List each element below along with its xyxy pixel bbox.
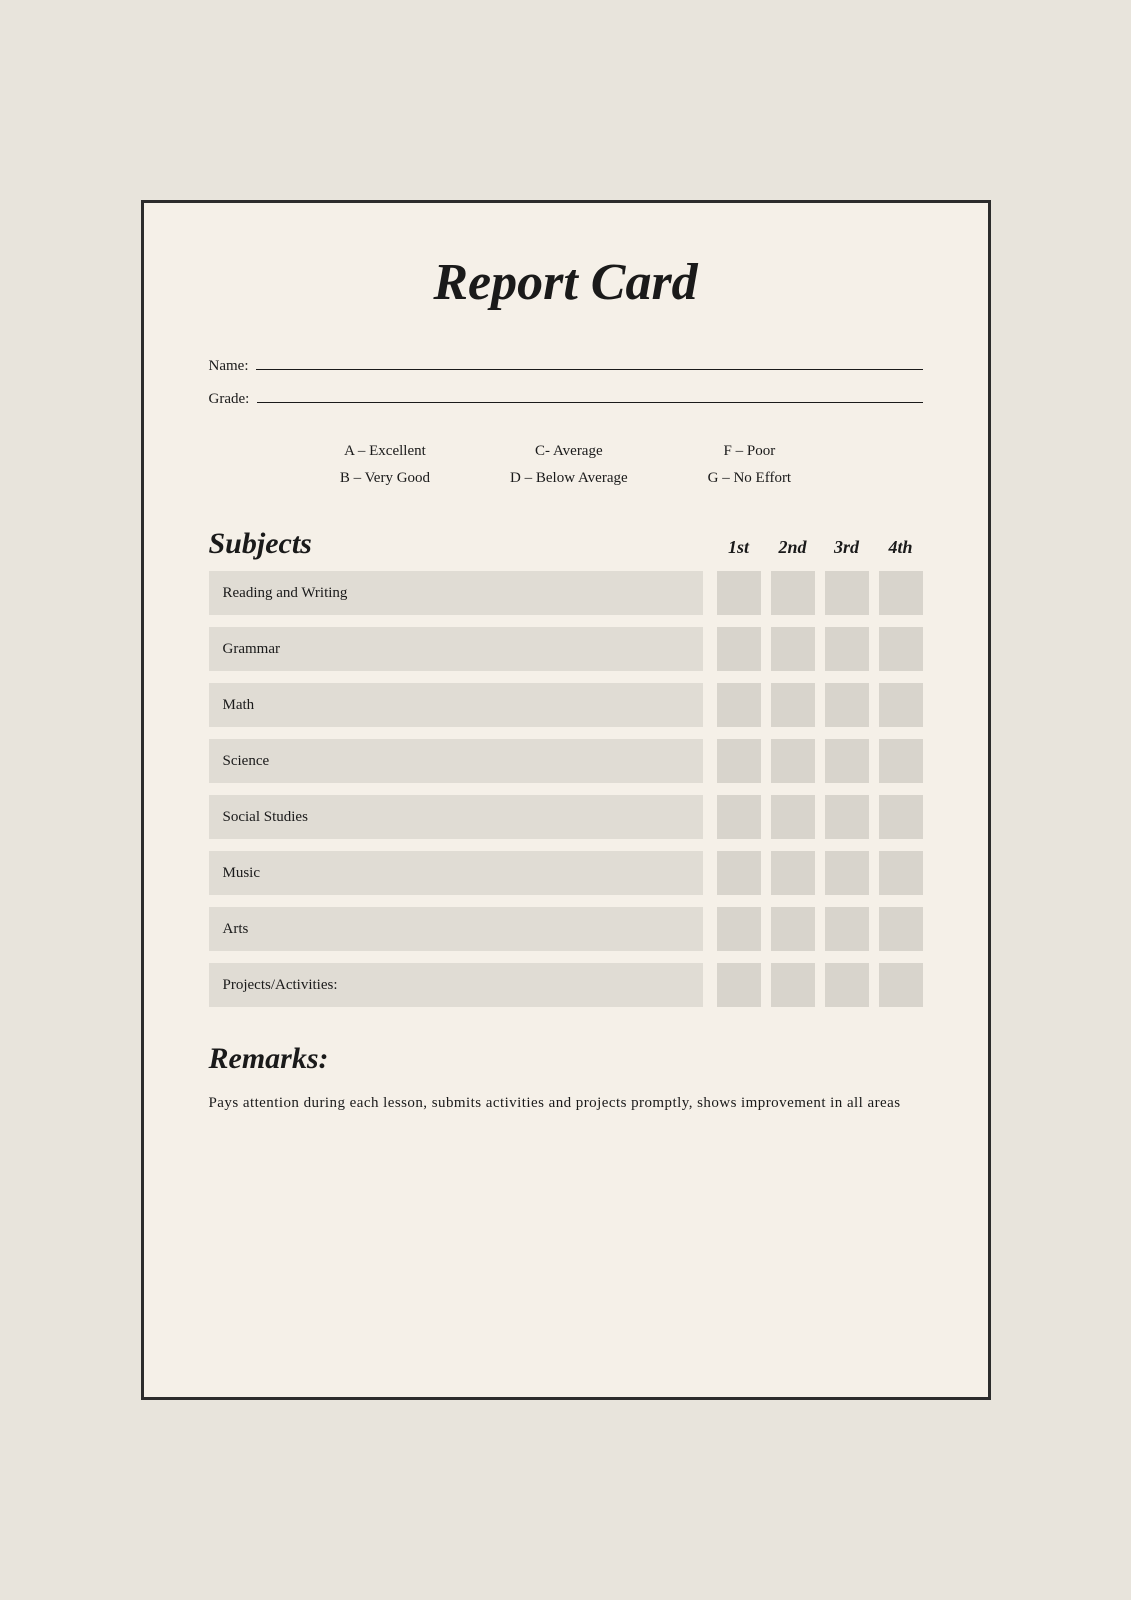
grade-box-0-q2[interactable]	[771, 571, 815, 615]
grade-box-1-q2[interactable]	[771, 627, 815, 671]
remarks-title: Remarks:	[209, 1042, 923, 1076]
subject-name-7: Projects/Activities:	[209, 963, 703, 1007]
subject-name-6: Arts	[209, 907, 703, 951]
page-title: Report Card	[209, 253, 923, 312]
grade-box-3-q3[interactable]	[825, 739, 869, 783]
subject-row: Math	[209, 683, 923, 727]
subjects-header: Subjects 1st 2nd 3rd 4th	[209, 527, 923, 561]
grade-box-6-q4[interactable]	[879, 907, 923, 951]
name-row: Name:	[209, 352, 923, 375]
grade-box-2-q1[interactable]	[717, 683, 761, 727]
legend-item-d: D – Below Average	[510, 465, 628, 492]
subject-name-2: Math	[209, 683, 703, 727]
legend-item-a: A – Excellent	[340, 438, 430, 465]
grade-boxes-4	[717, 795, 923, 839]
quarter-1st: 1st	[717, 537, 761, 558]
subjects-list: Reading and Writing Grammar Math Science Soc…	[209, 571, 923, 1007]
grade-box-7-q2[interactable]	[771, 963, 815, 1007]
grade-box-0-q4[interactable]	[879, 571, 923, 615]
grade-box-6-q2[interactable]	[771, 907, 815, 951]
report-card-page: Report Card Name: Grade: A – Excellent B…	[141, 200, 991, 1400]
quarter-headers: 1st 2nd 3rd 4th	[717, 537, 923, 558]
legend-item-f: F – Poor	[708, 438, 791, 465]
subject-row: Social Studies	[209, 795, 923, 839]
grade-box-6-q3[interactable]	[825, 907, 869, 951]
remarks-section: Remarks: Pays attention during each less…	[209, 1042, 923, 1117]
legend-item-g: G – No Effort	[708, 465, 791, 492]
remarks-text: Pays attention during each lesson, submi…	[209, 1090, 923, 1117]
subject-row: Projects/Activities:	[209, 963, 923, 1007]
subject-row: Music	[209, 851, 923, 895]
grade-boxes-0	[717, 571, 923, 615]
grade-box-4-q4[interactable]	[879, 795, 923, 839]
grade-boxes-1	[717, 627, 923, 671]
grade-box-4-q2[interactable]	[771, 795, 815, 839]
grade-box-4-q1[interactable]	[717, 795, 761, 839]
name-label: Name:	[209, 358, 249, 375]
grade-box-3-q1[interactable]	[717, 739, 761, 783]
grade-boxes-7	[717, 963, 923, 1007]
grade-box-0-q3[interactable]	[825, 571, 869, 615]
grade-box-5-q4[interactable]	[879, 851, 923, 895]
grade-box-3-q4[interactable]	[879, 739, 923, 783]
legend-section: A – Excellent B – Very Good C- Average D…	[209, 438, 923, 492]
quarter-2nd: 2nd	[771, 537, 815, 558]
subject-row: Reading and Writing	[209, 571, 923, 615]
subject-name-3: Science	[209, 739, 703, 783]
grade-box-1-q3[interactable]	[825, 627, 869, 671]
legend-item-c: C- Average	[510, 438, 628, 465]
quarter-3rd: 3rd	[825, 537, 869, 558]
subject-row: Science	[209, 739, 923, 783]
subject-row: Arts	[209, 907, 923, 951]
grade-box-5-q2[interactable]	[771, 851, 815, 895]
grade-row: Grade:	[209, 385, 923, 408]
grade-box-7-q1[interactable]	[717, 963, 761, 1007]
name-grade-section: Name: Grade:	[209, 352, 923, 408]
grade-box-4-q3[interactable]	[825, 795, 869, 839]
grade-box-5-q3[interactable]	[825, 851, 869, 895]
grade-box-7-q3[interactable]	[825, 963, 869, 1007]
legend-col2: C- Average D – Below Average	[510, 438, 628, 492]
grade-boxes-6	[717, 907, 923, 951]
grade-box-2-q3[interactable]	[825, 683, 869, 727]
subject-name-5: Music	[209, 851, 703, 895]
grade-box-7-q4[interactable]	[879, 963, 923, 1007]
legend-col1: A – Excellent B – Very Good	[340, 438, 430, 492]
grade-boxes-5	[717, 851, 923, 895]
grade-label: Grade:	[209, 391, 250, 408]
grade-box-2-q2[interactable]	[771, 683, 815, 727]
grade-box-5-q1[interactable]	[717, 851, 761, 895]
grade-box-1-q1[interactable]	[717, 627, 761, 671]
grade-boxes-3	[717, 739, 923, 783]
grade-box-6-q1[interactable]	[717, 907, 761, 951]
name-line[interactable]	[256, 352, 922, 370]
grade-box-1-q4[interactable]	[879, 627, 923, 671]
legend-col3: F – Poor G – No Effort	[708, 438, 791, 492]
grade-boxes-2	[717, 683, 923, 727]
grade-line[interactable]	[257, 385, 922, 403]
grade-box-0-q1[interactable]	[717, 571, 761, 615]
subjects-title: Subjects	[209, 527, 717, 561]
subject-name-1: Grammar	[209, 627, 703, 671]
subject-name-0: Reading and Writing	[209, 571, 703, 615]
quarter-4th: 4th	[879, 537, 923, 558]
grade-box-3-q2[interactable]	[771, 739, 815, 783]
subject-row: Grammar	[209, 627, 923, 671]
subject-name-4: Social Studies	[209, 795, 703, 839]
legend-item-b: B – Very Good	[340, 465, 430, 492]
grade-box-2-q4[interactable]	[879, 683, 923, 727]
